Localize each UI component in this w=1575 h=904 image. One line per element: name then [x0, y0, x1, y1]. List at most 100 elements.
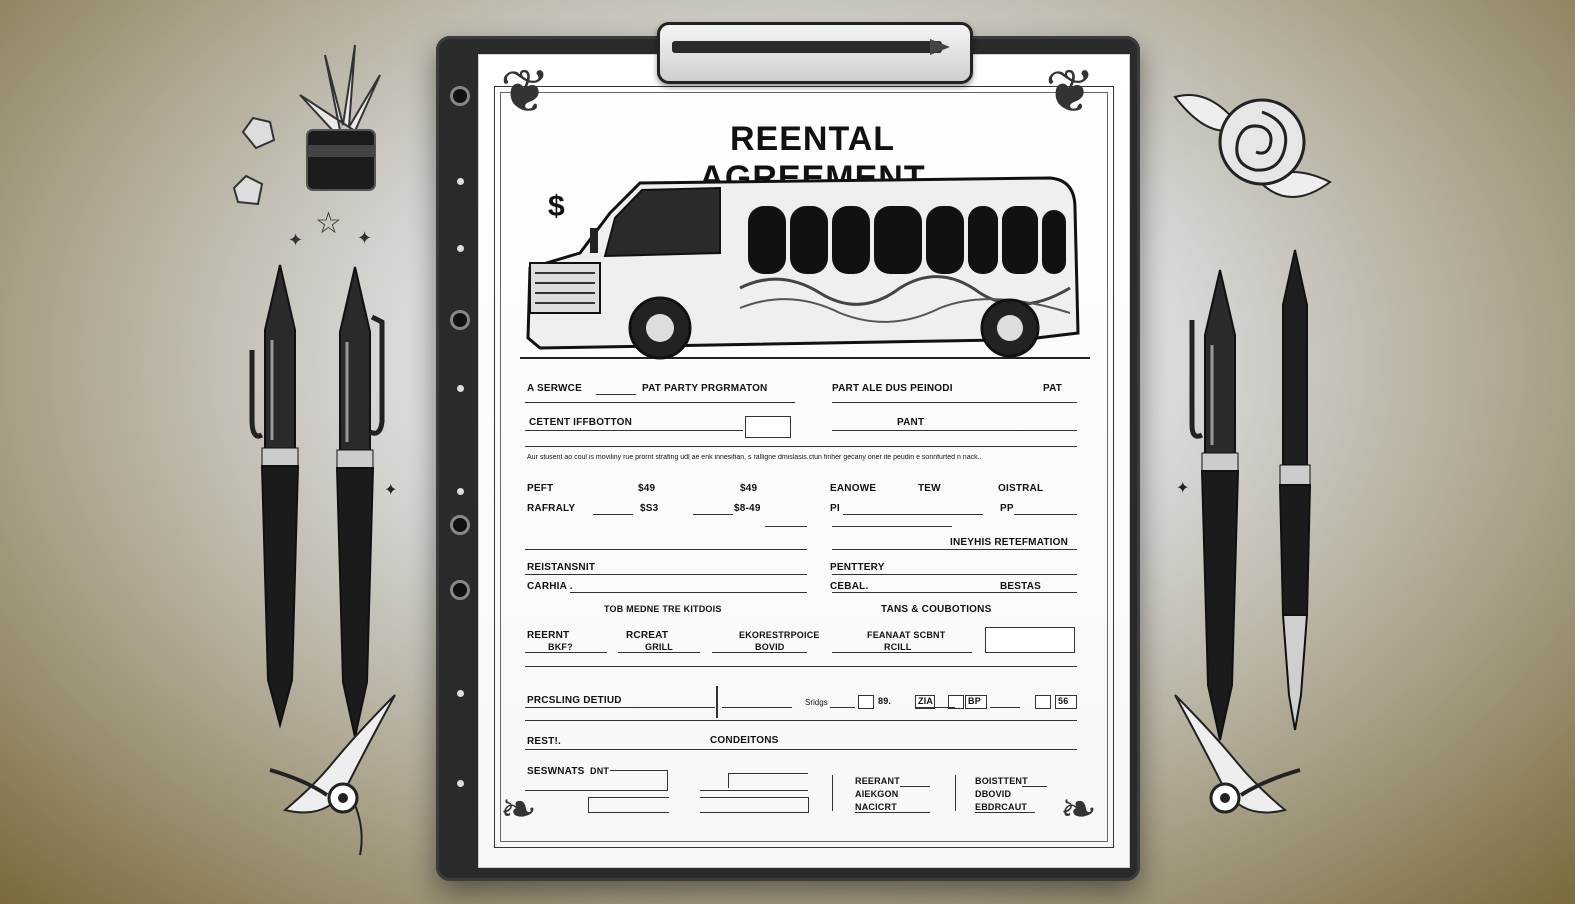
pricing-line — [830, 707, 855, 708]
row2-value1: $S3 — [640, 503, 659, 514]
servants-line — [728, 773, 808, 774]
row1-value2: $49 — [740, 483, 758, 494]
pricing-detail-label: PRCSLING DETIUD — [527, 695, 622, 706]
row2-line — [765, 526, 807, 527]
feather-ornament-icon — [1165, 690, 1305, 860]
divider-line — [832, 549, 1077, 550]
servants-line — [700, 790, 808, 791]
binder-ring-icon — [450, 515, 470, 535]
feather-ornament-icon — [265, 690, 405, 860]
bottom-line — [1022, 786, 1047, 787]
pricing-box[interactable] — [858, 695, 874, 709]
info-header: INEYHIS RETEFMATION — [950, 537, 1069, 548]
sig-col1a: REERNT — [527, 630, 570, 641]
client-line — [525, 430, 743, 431]
bottom-mid3: NACICRT — [855, 802, 897, 812]
pant-line — [832, 430, 1077, 431]
bestas-label: BESTAS — [1000, 581, 1042, 592]
servants-box[interactable] — [700, 797, 809, 813]
sig-col4b: RCILL — [884, 642, 912, 652]
binder-ring-icon — [450, 86, 470, 106]
sig-line — [618, 652, 700, 653]
servants-line — [610, 770, 668, 771]
cebal-line — [832, 592, 1077, 593]
clip-pen-tip — [930, 39, 950, 55]
pricing-line — [990, 707, 1020, 708]
pricing-divider — [716, 686, 718, 718]
pen-icon — [1180, 265, 1260, 745]
row2-line — [693, 514, 733, 515]
party-label: PAT PARTY PRGRMATON — [642, 383, 768, 394]
binder-dot — [457, 690, 464, 697]
pricing-c2: 89. — [878, 696, 892, 706]
penttery-label: PENTTERY — [830, 562, 885, 573]
client-info-label: CETENT IFFBOTTON — [529, 417, 633, 428]
client-input-box[interactable] — [745, 416, 791, 438]
agreement-paragraph: Aur stusent ao coul is moviliny rue pror… — [527, 454, 982, 461]
row2-right3: PP — [1000, 503, 1014, 514]
row2-line — [593, 514, 633, 515]
row2-line — [832, 526, 952, 527]
binder-dot — [457, 245, 464, 252]
signature-input-box[interactable] — [985, 627, 1075, 653]
service-label: A SERWCE — [527, 383, 582, 394]
servants-line — [525, 790, 668, 791]
pen-icon — [1265, 245, 1325, 735]
rose-icon — [1170, 82, 1340, 212]
bottom-divider — [955, 775, 956, 811]
servants-label: SESWNATS — [527, 766, 585, 777]
sig-col2b: GRILL — [645, 642, 673, 652]
conditions-label: CONDEITONS — [710, 735, 779, 746]
pricing-line — [915, 707, 955, 708]
pat-label: PAT — [1043, 383, 1063, 394]
pricing-c5: 56 — [1058, 696, 1069, 706]
pricing-line — [722, 707, 792, 708]
plant-icon — [285, 35, 395, 195]
rest-label: REST!. — [527, 736, 561, 747]
row1-label: PEFT — [527, 483, 554, 494]
row2-line — [1014, 514, 1077, 515]
sparkle-icon: ✦ — [384, 482, 398, 499]
row2-line — [843, 514, 983, 515]
divider-line — [525, 446, 1077, 447]
binder-ring-icon — [450, 580, 470, 600]
terms-right-label: TANS & COUBOTIONS — [881, 604, 992, 615]
binder-dot — [457, 780, 464, 787]
sparkle-icon: ✦ — [288, 230, 304, 250]
pricing-c3: ZIA — [918, 696, 934, 706]
pricing-c4: BP — [968, 696, 981, 706]
sig-col2a: RCREAT — [626, 630, 669, 641]
penttery-line — [832, 574, 1077, 575]
divider-line — [525, 720, 1077, 721]
binder-dot — [457, 488, 464, 495]
servants-box[interactable] — [588, 797, 669, 813]
sparkle-icon: ✦ — [357, 228, 373, 248]
pricing-box[interactable] — [1035, 695, 1051, 709]
party-bus-illustration — [520, 168, 1090, 368]
sig-col4a: FEANAAT SCBNT — [867, 630, 946, 640]
pricing-line — [525, 707, 715, 708]
pricing-c1: Sridgs — [805, 698, 828, 707]
binder-dot — [457, 385, 464, 392]
due-line — [832, 402, 1077, 403]
pen-icon — [320, 262, 400, 742]
bottom-mid1: REERANT — [855, 776, 900, 786]
party-line — [525, 402, 795, 403]
floral-ornament-icon: ❦ — [500, 58, 551, 125]
bottom-right3: EBDRCAUT — [975, 802, 1028, 812]
row1-value1: $49 — [638, 483, 656, 494]
bottom-line — [900, 786, 930, 787]
servants-bracket — [728, 773, 729, 788]
divider-line — [525, 749, 1077, 750]
row2-right1: PI — [830, 503, 840, 514]
bottom-mid2: AIEKGON — [855, 789, 899, 799]
row2-value2: $8-49 — [734, 503, 761, 514]
floral-ornament-icon: ❦ — [1045, 58, 1096, 125]
pant-label: PANT — [897, 417, 925, 428]
row1-right2: TEW — [918, 483, 941, 494]
sparkle-icon: ✦ — [1176, 480, 1190, 497]
carhia-line — [570, 592, 807, 593]
sig-line — [525, 652, 607, 653]
binder-ring-icon — [450, 310, 470, 330]
pen-icon — [240, 260, 320, 730]
